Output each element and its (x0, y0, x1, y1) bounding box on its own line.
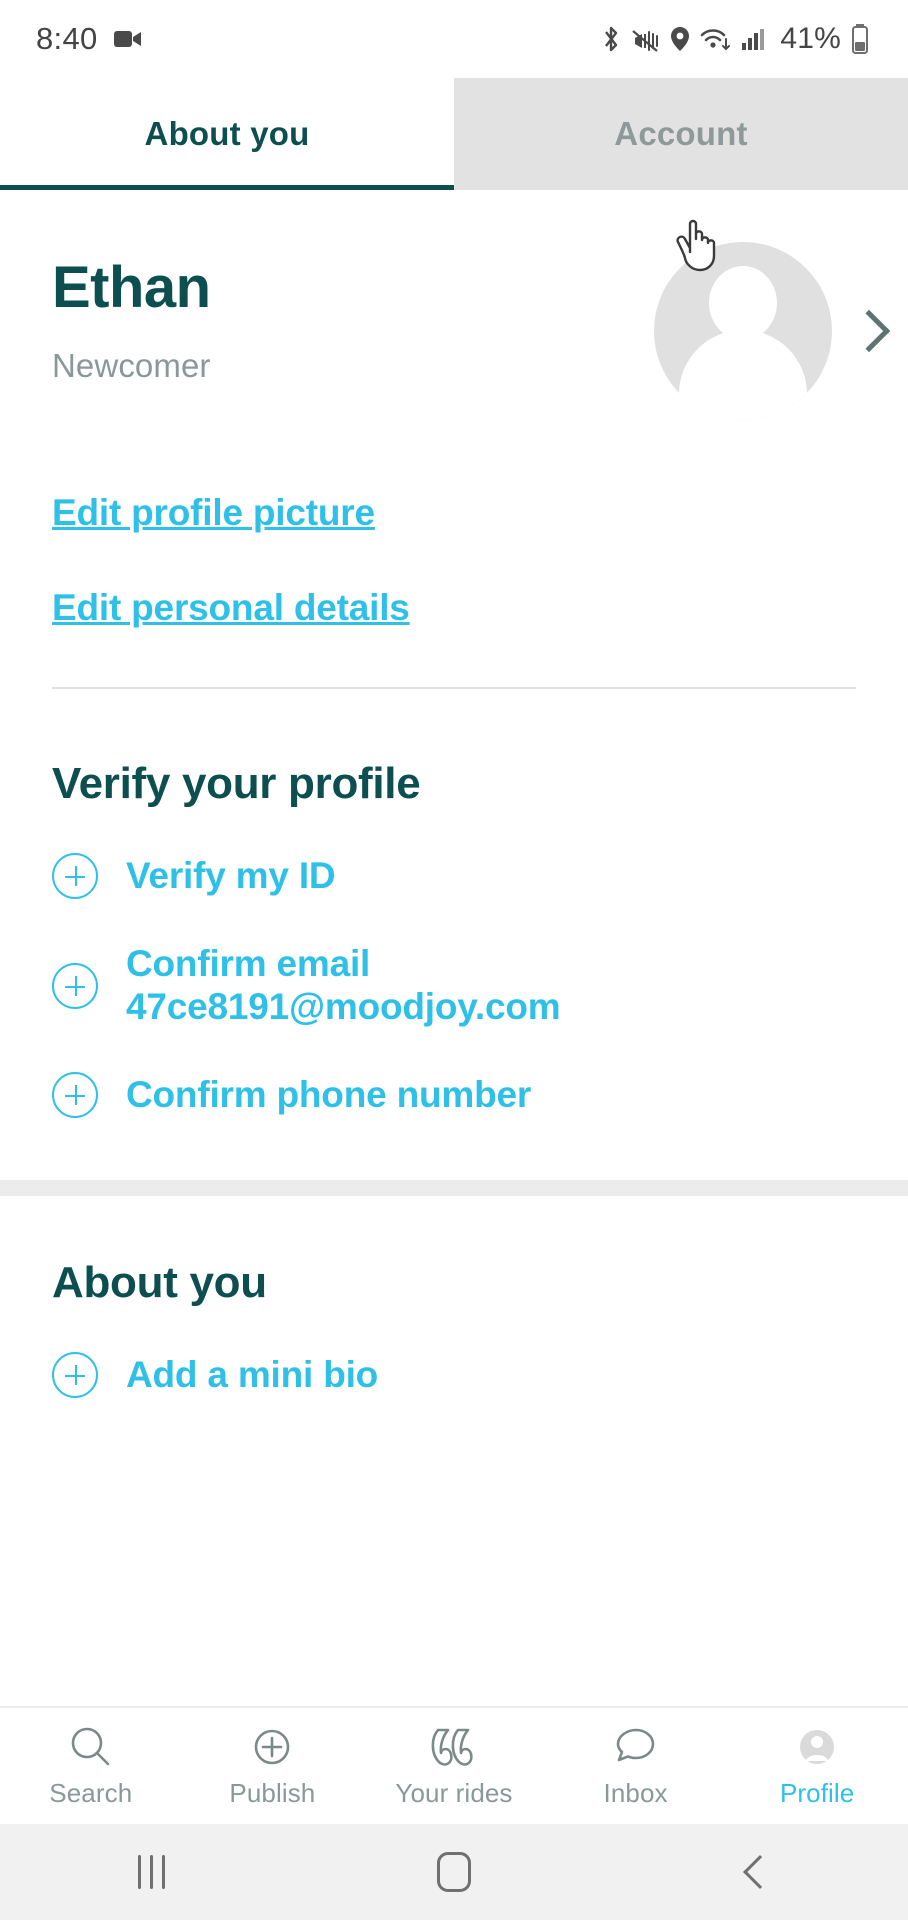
nav-item-publish[interactable]: Publish (182, 1708, 364, 1824)
search-icon (71, 1727, 110, 1765)
verify-section-title: Verify your profile (52, 759, 421, 808)
avatar-body-shape (679, 330, 807, 420)
status-bar: 8:40 41% (0, 0, 908, 78)
wifi-icon (701, 29, 731, 51)
profile-status: Newcomer (52, 346, 211, 384)
bottom-navigation: Search Publish Your rides Inbox Profile (0, 1706, 908, 1824)
verify-item-phone-label: Confirm phone number (126, 1073, 532, 1115)
nav-label-your-rides: Your rides (395, 1777, 513, 1808)
nav-item-profile[interactable]: Profile (726, 1708, 908, 1824)
edit-links-group: Edit profile picture Edit personal detai… (0, 492, 908, 629)
about-item-bio-label: Add a mini bio (126, 1353, 379, 1395)
tab-about-you-label: About you (144, 115, 310, 152)
recents-icon (137, 1855, 165, 1889)
nav-label-search: Search (49, 1777, 133, 1808)
tab-bar: About you Account (0, 78, 908, 190)
back-chevron-icon (742, 1855, 777, 1889)
nav-label-inbox: Inbox (603, 1777, 668, 1808)
profile-name: Ethan (52, 255, 211, 320)
bluetooth-icon (605, 26, 618, 52)
cellular-signal-icon (742, 29, 765, 50)
chevron-right-icon[interactable] (847, 309, 891, 353)
plus-circle-icon (255, 1729, 290, 1764)
about-you-section: About you Add a mini bio (0, 1196, 908, 1399)
nav-item-your-rides[interactable]: Your rides (363, 1708, 545, 1824)
rides-quotes-icon (431, 1728, 473, 1766)
plus-circle-icon (52, 853, 98, 899)
avatar-icon (800, 1729, 835, 1764)
nav-label-publish: Publish (229, 1777, 316, 1808)
avatar-head-shape (709, 266, 777, 340)
edit-profile-picture-link[interactable]: Edit profile picture (52, 492, 856, 534)
tab-active-indicator (0, 185, 454, 190)
android-home-button[interactable] (303, 1852, 606, 1892)
status-bar-right: 41% (601, 22, 878, 56)
verify-item-id-label: Verify my ID (126, 854, 336, 896)
vibrate-mute-icon (632, 30, 659, 52)
tab-about-you[interactable]: About you (0, 78, 454, 190)
status-bar-left: 8:40 (36, 21, 142, 57)
android-navigation-bar (0, 1824, 908, 1920)
status-time: 8:40 (36, 21, 98, 56)
android-back-button[interactable] (605, 1855, 908, 1889)
avatar[interactable] (654, 242, 832, 420)
verify-item-email[interactable]: Confirm email 47ce8191@moodjoy.com (52, 943, 856, 1028)
plus-circle-icon (52, 1072, 98, 1119)
about-section-title: About you (52, 1258, 267, 1308)
section-separator-band (0, 1180, 908, 1197)
nav-item-inbox[interactable]: Inbox (545, 1708, 727, 1824)
android-recents-button[interactable] (0, 1855, 303, 1889)
verify-profile-section: Verify your profile Verify my ID Confirm… (0, 689, 908, 1119)
about-item-bio[interactable]: Add a mini bio (52, 1352, 856, 1399)
verify-item-id[interactable]: Verify my ID (52, 853, 856, 899)
verify-item-email-label: Confirm email 47ce8191@moodjoy.com (126, 943, 561, 1027)
profile-identity: Ethan Newcomer (52, 236, 654, 385)
battery-icon (852, 24, 868, 54)
tab-account-label: Account (614, 115, 748, 152)
edit-personal-details-link[interactable]: Edit personal details (52, 587, 856, 629)
page-content: Ethan Newcomer Edit profile picture Edit… (0, 190, 908, 1706)
avatar-group[interactable] (654, 236, 891, 420)
location-icon (671, 27, 690, 51)
battery-percent: 41% (780, 22, 841, 55)
plus-circle-icon (52, 1352, 98, 1399)
verify-item-phone[interactable]: Confirm phone number (52, 1072, 856, 1119)
home-icon (437, 1852, 471, 1892)
tab-account[interactable]: Account (454, 78, 908, 190)
nav-label-profile: Profile (779, 1777, 855, 1808)
video-camera-icon (113, 31, 141, 47)
profile-header[interactable]: Ethan Newcomer (0, 190, 908, 420)
nav-item-search[interactable]: Search (0, 1708, 182, 1824)
speech-bubble-icon (616, 1728, 654, 1761)
plus-circle-icon (52, 962, 98, 1009)
phone-screen: 8:40 41% About you Account Ethan Newcome… (0, 0, 908, 1920)
